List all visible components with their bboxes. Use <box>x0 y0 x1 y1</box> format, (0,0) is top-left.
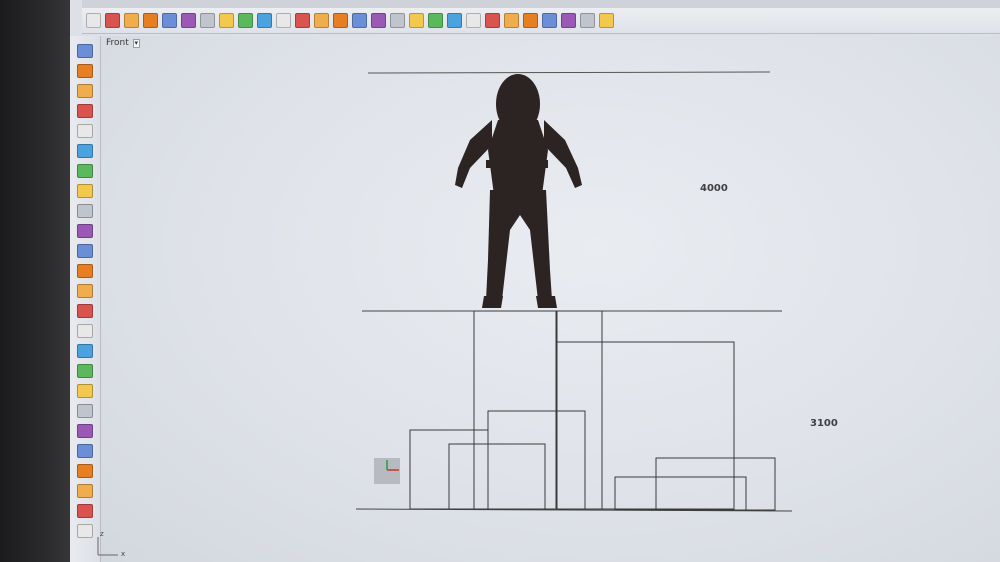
massing-blocks <box>409 310 776 511</box>
top-reference-line <box>367 71 771 74</box>
axis-x-label: x <box>121 550 126 558</box>
block-tall-right <box>555 310 603 510</box>
block-right-outer <box>655 457 776 511</box>
block-left-inner <box>448 443 546 510</box>
block-center <box>487 410 586 510</box>
dimension-4000: 4000 <box>700 183 728 194</box>
axis-z-label: z <box>100 530 104 538</box>
human-silhouette <box>455 74 582 308</box>
drawing-canvas <box>97 71 793 556</box>
block-mid-wide <box>555 341 735 510</box>
dimension-3100: 3100 <box>810 418 838 429</box>
block-right-inner <box>614 476 747 511</box>
